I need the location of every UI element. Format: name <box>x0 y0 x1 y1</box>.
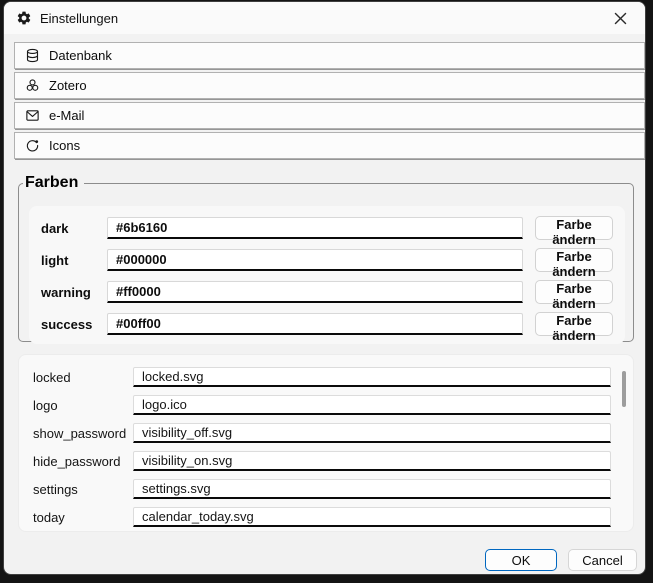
refresh-icon <box>25 138 40 153</box>
color-label-success: success <box>41 317 95 332</box>
close-button[interactable] <box>603 5 637 31</box>
window-title: Einstellungen <box>40 11 118 26</box>
icon-file-label-logo: logo <box>33 398 125 413</box>
color-input-dark[interactable] <box>107 217 523 239</box>
icon-file-input-show-password[interactable] <box>133 423 611 443</box>
farben-groupbox: Farben dark Farbe ändern light Farbe änd… <box>18 174 634 342</box>
farben-legend: Farben <box>23 174 84 192</box>
change-color-button-light[interactable]: Farbe ändern <box>535 248 613 272</box>
icon-file-input-hide-password[interactable] <box>133 451 611 471</box>
scrollbar-thumb[interactable] <box>622 371 626 407</box>
cancel-button[interactable]: Cancel <box>568 549 637 571</box>
change-color-button-dark[interactable]: Farbe ändern <box>535 216 613 240</box>
icon-file-input-locked[interactable] <box>133 367 611 387</box>
icon-file-input-today[interactable] <box>133 507 611 527</box>
zotero-icon <box>25 78 40 93</box>
section-datenbank[interactable]: Datenbank <box>14 42 645 69</box>
desktop-background: Einstellungen Datenbank Zotero <box>0 0 653 583</box>
section-email[interactable]: e-Mail <box>14 102 645 129</box>
title-bar: Einstellungen <box>4 2 645 34</box>
color-label-dark: dark <box>41 221 95 236</box>
icon-file-input-logo[interactable] <box>133 395 611 415</box>
change-color-button-warning[interactable]: Farbe ändern <box>535 280 613 304</box>
icon-file-label-locked: locked <box>33 370 125 385</box>
ok-button[interactable]: OK <box>485 549 557 571</box>
color-input-warning[interactable] <box>107 281 523 303</box>
section-label: Icons <box>49 138 80 153</box>
color-input-light[interactable] <box>107 249 523 271</box>
icon-file-label-today: today <box>33 510 125 525</box>
database-icon <box>25 48 40 63</box>
color-input-success[interactable] <box>107 313 523 335</box>
mail-icon <box>25 108 40 123</box>
color-label-warning: warning <box>41 285 95 300</box>
icon-files-panel: locked logo show_password hide_password … <box>18 354 634 532</box>
section-label: e-Mail <box>49 108 84 123</box>
dialog-footer: OK Cancel <box>485 549 637 571</box>
icon-file-label-settings: settings <box>33 482 125 497</box>
section-icons[interactable]: Icons <box>14 132 645 159</box>
icon-file-input-settings[interactable] <box>133 479 611 499</box>
farben-panel: dark Farbe ändern light Farbe ändern war… <box>29 206 625 344</box>
section-zotero[interactable]: Zotero <box>14 72 645 99</box>
icon-file-label-show-password: show_password <box>33 426 125 441</box>
section-label: Zotero <box>49 78 87 93</box>
settings-dialog: Einstellungen Datenbank Zotero <box>3 1 646 575</box>
close-icon <box>614 12 627 25</box>
section-label: Datenbank <box>49 48 112 63</box>
color-label-light: light <box>41 253 95 268</box>
change-color-button-success[interactable]: Farbe ändern <box>535 312 613 336</box>
gear-icon <box>16 10 32 26</box>
icon-file-label-hide-password: hide_password <box>33 454 125 469</box>
